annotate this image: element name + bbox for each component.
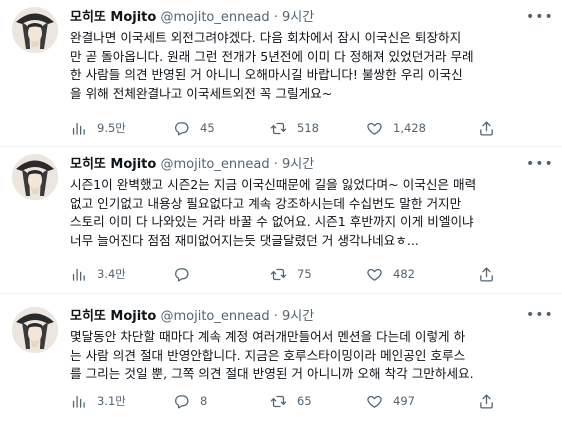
reply-bubble-icon bbox=[175, 394, 189, 409]
views-button[interactable]: 3.1만 bbox=[70, 392, 126, 410]
like-count: 482 bbox=[393, 267, 415, 281]
tweet-text-line: 를 그리는 것일 뿐, 그쪽 의견 절대 반영된 거 아니니까 오해 착각 그만… bbox=[70, 366, 474, 381]
heart-icon bbox=[367, 122, 382, 135]
more-options-button[interactable]: ••• bbox=[526, 306, 553, 324]
reply-bubble-icon bbox=[175, 267, 189, 282]
more-horizontal-icon: ••• bbox=[526, 307, 554, 323]
retweet-icon bbox=[270, 395, 287, 407]
share-upload-icon bbox=[480, 393, 493, 409]
avatar-headdress-icon bbox=[12, 7, 58, 53]
retweet-button[interactable]: 75 bbox=[270, 265, 312, 283]
retweet-count: 75 bbox=[297, 267, 312, 281]
avatar[interactable] bbox=[12, 307, 58, 353]
tweet-text: 시즌1이 완벽했고 시즌2는 지금 이국신때문에 길을 잃었다며~ 이국신은 매… bbox=[70, 176, 554, 250]
views-count: 9.5만 bbox=[97, 121, 126, 135]
avatar-headdress-icon bbox=[12, 307, 58, 353]
tweet-header: 모히또 Mojito @mojito_ennead · 9시간 bbox=[70, 9, 314, 27]
like-count: 1,428 bbox=[393, 121, 426, 135]
tweet-text-line: 을 위해 전체완결나고 이국세트외전 꼭 그릴게요~ bbox=[70, 85, 333, 101]
reply-bubble-icon bbox=[175, 121, 189, 136]
author-name[interactable]: 모히또 Mojito bbox=[70, 157, 156, 172]
tweet-header: 모히또 Mojito @mojito_ennead · 9시간 bbox=[70, 308, 314, 326]
more-options-button[interactable]: ••• bbox=[526, 155, 553, 173]
author-handle[interactable]: @mojito_ennead bbox=[160, 10, 269, 25]
analytics-bar-icon bbox=[72, 122, 85, 135]
heart-icon bbox=[367, 395, 382, 408]
like-button[interactable]: 1,428 bbox=[366, 119, 426, 137]
separator-dot: · bbox=[273, 309, 278, 324]
retweet-button[interactable]: 518 bbox=[270, 119, 319, 137]
reply-button[interactable]: 8 bbox=[173, 392, 207, 410]
author-handle[interactable]: @mojito_ennead bbox=[160, 309, 269, 324]
tweet-text: 완결나면 이국세트 외전그려야겠다. 다음 회차에서 잠시 이국신은 퇴장하지 … bbox=[70, 29, 554, 103]
author-name[interactable]: 모히또 Mojito bbox=[70, 309, 156, 324]
author-handle[interactable]: @mojito_ennead bbox=[160, 157, 269, 172]
tweet[interactable]: 모히또 Mojito @mojito_ennead · 9시간 ••• 몇달동안… bbox=[0, 294, 562, 428]
avatar[interactable] bbox=[12, 154, 58, 200]
share-upload-icon bbox=[480, 120, 493, 136]
views-count: 3.1만 bbox=[97, 394, 126, 408]
timestamp[interactable]: 9시간 bbox=[282, 157, 314, 172]
tweet-text-line: 너무 늘어진다 점점 재미없어지는듯 댓글달렸던 거 생각나네요ㅎ... bbox=[70, 232, 419, 248]
tweet-text-line: 는 사람 의견 절대 반영안합니다. 지금은 호루스타이밍이라 메인공인 호루스 bbox=[70, 347, 466, 363]
separator-dot: · bbox=[273, 157, 278, 172]
like-button[interactable]: 482 bbox=[366, 265, 415, 283]
tweet-header: 모히또 Mojito @mojito_ennead · 9시간 bbox=[70, 156, 314, 174]
timestamp[interactable]: 9시간 bbox=[282, 309, 314, 324]
tweet-text-line: 시즌1이 완벽했고 시즌2는 지금 이국신때문에 길을 잃었다며~ 이국신은 매… bbox=[70, 177, 477, 192]
separator-dot: · bbox=[273, 10, 278, 25]
tweet-text: 몇달동안 차단할 때마다 계속 계정 여러개만들어서 멘션을 다는데 이렇게 하… bbox=[70, 328, 554, 384]
author-name[interactable]: 모히또 Mojito bbox=[70, 10, 156, 25]
more-options-button[interactable]: ••• bbox=[526, 8, 553, 26]
like-count: 497 bbox=[393, 394, 415, 408]
action-bar: 9.5만 45 518 1,428 bbox=[70, 119, 550, 137]
tweet-text-line: 만 곧 돌아옵니다. 원래 그런 전개가 5년전에 이미 다 정해져 있었던거라… bbox=[70, 48, 474, 64]
heart-icon bbox=[367, 268, 382, 281]
analytics-bar-icon bbox=[72, 268, 85, 281]
tweet-text-line: 몇달동안 차단할 때마다 계속 계정 여러개만들어서 멘션을 다는데 이렇게 하 bbox=[70, 329, 466, 344]
analytics-bar-icon bbox=[72, 395, 85, 408]
like-button[interactable]: 497 bbox=[366, 392, 415, 410]
action-bar: 3.1만 8 65 497 bbox=[70, 392, 550, 410]
retweet-count: 65 bbox=[297, 394, 312, 408]
reply-count: 8 bbox=[200, 394, 208, 408]
share-button[interactable] bbox=[478, 265, 495, 283]
tweet-text-line: 없고 인기없고 내용상 필요없다고 계속 강조하시는데 수십번도 말한 거지만 bbox=[70, 195, 462, 211]
share-upload-icon bbox=[480, 266, 493, 282]
share-button[interactable] bbox=[478, 392, 495, 410]
reply-button[interactable] bbox=[173, 265, 200, 283]
avatar[interactable] bbox=[12, 7, 58, 53]
views-count: 3.4만 bbox=[97, 267, 126, 281]
retweet-icon bbox=[270, 268, 287, 280]
timestamp[interactable]: 9시간 bbox=[282, 10, 314, 25]
reply-button[interactable]: 45 bbox=[173, 119, 215, 137]
reply-count: 45 bbox=[200, 121, 215, 135]
avatar-headdress-icon bbox=[12, 154, 58, 200]
views-button[interactable]: 3.4만 bbox=[70, 265, 126, 283]
tweet[interactable]: 모히또 Mojito @mojito_ennead · 9시간 ••• 완결나면… bbox=[0, 0, 562, 147]
tweet-text-line: 스토리 이미 다 나와있는 거라 바꿀 수 없어요. 시즌1 후반까지 이게 비… bbox=[70, 214, 474, 229]
tweet-text-line: 한 사람들 의견 반영된 거 아니니 오해마시길 바랍니다! 불쌍한 우리 이국… bbox=[70, 67, 463, 82]
retweet-button[interactable]: 65 bbox=[270, 392, 312, 410]
retweet-count: 518 bbox=[297, 121, 319, 135]
more-horizontal-icon: ••• bbox=[526, 156, 554, 172]
views-button[interactable]: 9.5만 bbox=[70, 119, 126, 137]
tweet-text-line: 완결나면 이국세트 외전그려야겠다. 다음 회차에서 잠시 이국신은 퇴장하지 bbox=[70, 30, 462, 45]
retweet-icon bbox=[270, 122, 287, 134]
action-bar: 3.4만 75 482 bbox=[70, 265, 550, 283]
share-button[interactable] bbox=[478, 119, 495, 137]
tweet[interactable]: 모히또 Mojito @mojito_ennead · 9시간 ••• 시즌1이… bbox=[0, 147, 562, 294]
more-horizontal-icon: ••• bbox=[526, 9, 554, 25]
